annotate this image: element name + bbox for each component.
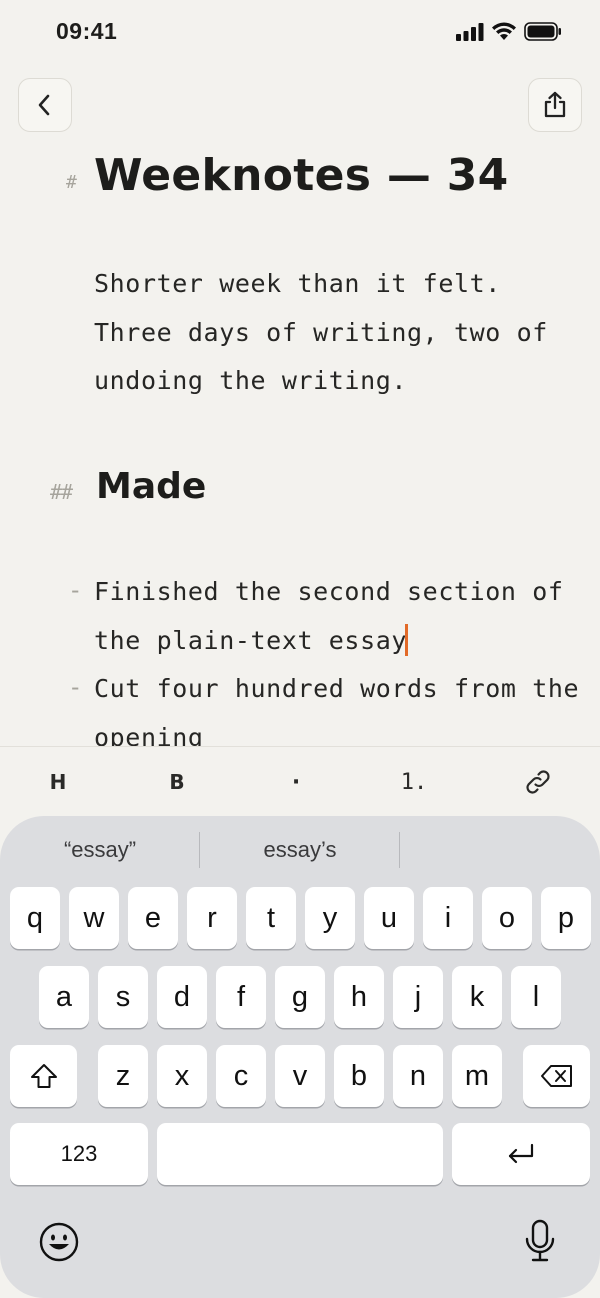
back-button[interactable] [18, 78, 72, 132]
microphone-icon [525, 1219, 555, 1262]
key-c[interactable]: c [216, 1045, 266, 1107]
return-key[interactable] [452, 1123, 590, 1185]
key-w[interactable]: w [69, 887, 119, 949]
key-r[interactable]: r [187, 887, 237, 949]
key-p[interactable]: p [541, 887, 591, 949]
emoji-icon [39, 1222, 79, 1262]
shift-icon [30, 1064, 57, 1088]
list-item-text: Cut four hundred words from the opening [94, 674, 580, 746]
intro-paragraph[interactable]: Shorter week than it felt. Three days of… [94, 260, 574, 406]
share-icon [544, 91, 566, 118]
note-editor[interactable]: # Weeknotes — 34 Shorter week than it fe… [0, 140, 600, 746]
list-marker: - [68, 673, 83, 701]
status-time: 09:41 [56, 18, 118, 44]
heading-2-marker: ## [50, 480, 73, 504]
key-l[interactable]: l [511, 966, 561, 1028]
key-g[interactable]: g [275, 966, 325, 1028]
status-icons [456, 22, 562, 41]
note-title[interactable]: Weeknotes — 34 [94, 150, 509, 201]
key-a[interactable]: a [39, 966, 89, 1028]
delete-icon [540, 1065, 572, 1087]
key-m[interactable]: m [452, 1045, 502, 1107]
heading-button[interactable]: H [18, 747, 98, 817]
key-f[interactable]: f [216, 966, 266, 1028]
emoji-button[interactable] [38, 1221, 80, 1268]
link-button[interactable] [498, 747, 578, 817]
key-h[interactable]: h [334, 966, 384, 1028]
numbers-key[interactable]: 123 [10, 1123, 148, 1185]
key-v[interactable]: v [275, 1045, 325, 1107]
share-button[interactable] [528, 78, 582, 132]
key-s[interactable]: s [98, 966, 148, 1028]
return-icon [508, 1143, 534, 1164]
key-t[interactable]: t [246, 887, 296, 949]
key-z[interactable]: z [98, 1045, 148, 1107]
key-e[interactable]: e [128, 887, 178, 949]
list-marker: - [68, 576, 83, 604]
key-j[interactable]: j [393, 966, 443, 1028]
text-caret [405, 623, 409, 656]
dictation-button[interactable] [522, 1218, 558, 1269]
bullet-list-button[interactable]: · [256, 747, 336, 817]
suggestion-1[interactable]: “essay” [0, 832, 200, 868]
key-o[interactable]: o [482, 887, 532, 949]
key-q[interactable]: q [10, 887, 60, 949]
battery-icon [524, 22, 561, 41]
suggestion-3[interactable] [400, 832, 600, 868]
format-toolbar: H B · 1. [0, 746, 600, 816]
list-item[interactable]: Cut four hundred words from the opening [94, 665, 594, 746]
numbered-list-button[interactable]: 1. [374, 747, 454, 817]
link-icon [526, 770, 550, 794]
key-n[interactable]: n [393, 1045, 443, 1107]
key-x[interactable]: x [157, 1045, 207, 1107]
status-bar: 09:41 [0, 0, 600, 66]
key-b[interactable]: b [334, 1045, 384, 1107]
delete-key[interactable] [523, 1045, 590, 1107]
key-k[interactable]: k [452, 966, 502, 1028]
key-u[interactable]: u [364, 887, 414, 949]
space-key[interactable] [157, 1123, 443, 1185]
list-item-text: Finished the second section of the plain… [94, 577, 564, 655]
section-heading[interactable]: Made [96, 466, 206, 507]
signal-icon [456, 22, 484, 41]
list-item[interactable]: Finished the second section of the plain… [94, 568, 594, 665]
suggestion-2[interactable]: essay’s [200, 832, 400, 868]
software-keyboard: “essay” essay’s q w e r t y u i o p a s … [0, 816, 600, 1298]
key-y[interactable]: y [305, 887, 355, 949]
key-d[interactable]: d [157, 966, 207, 1028]
bold-button[interactable]: B [137, 747, 217, 817]
wifi-icon [492, 22, 516, 40]
key-i[interactable]: i [423, 887, 473, 949]
heading-1-marker: # [66, 172, 77, 193]
shift-key[interactable] [10, 1045, 77, 1107]
chevron-left-icon [38, 94, 50, 116]
